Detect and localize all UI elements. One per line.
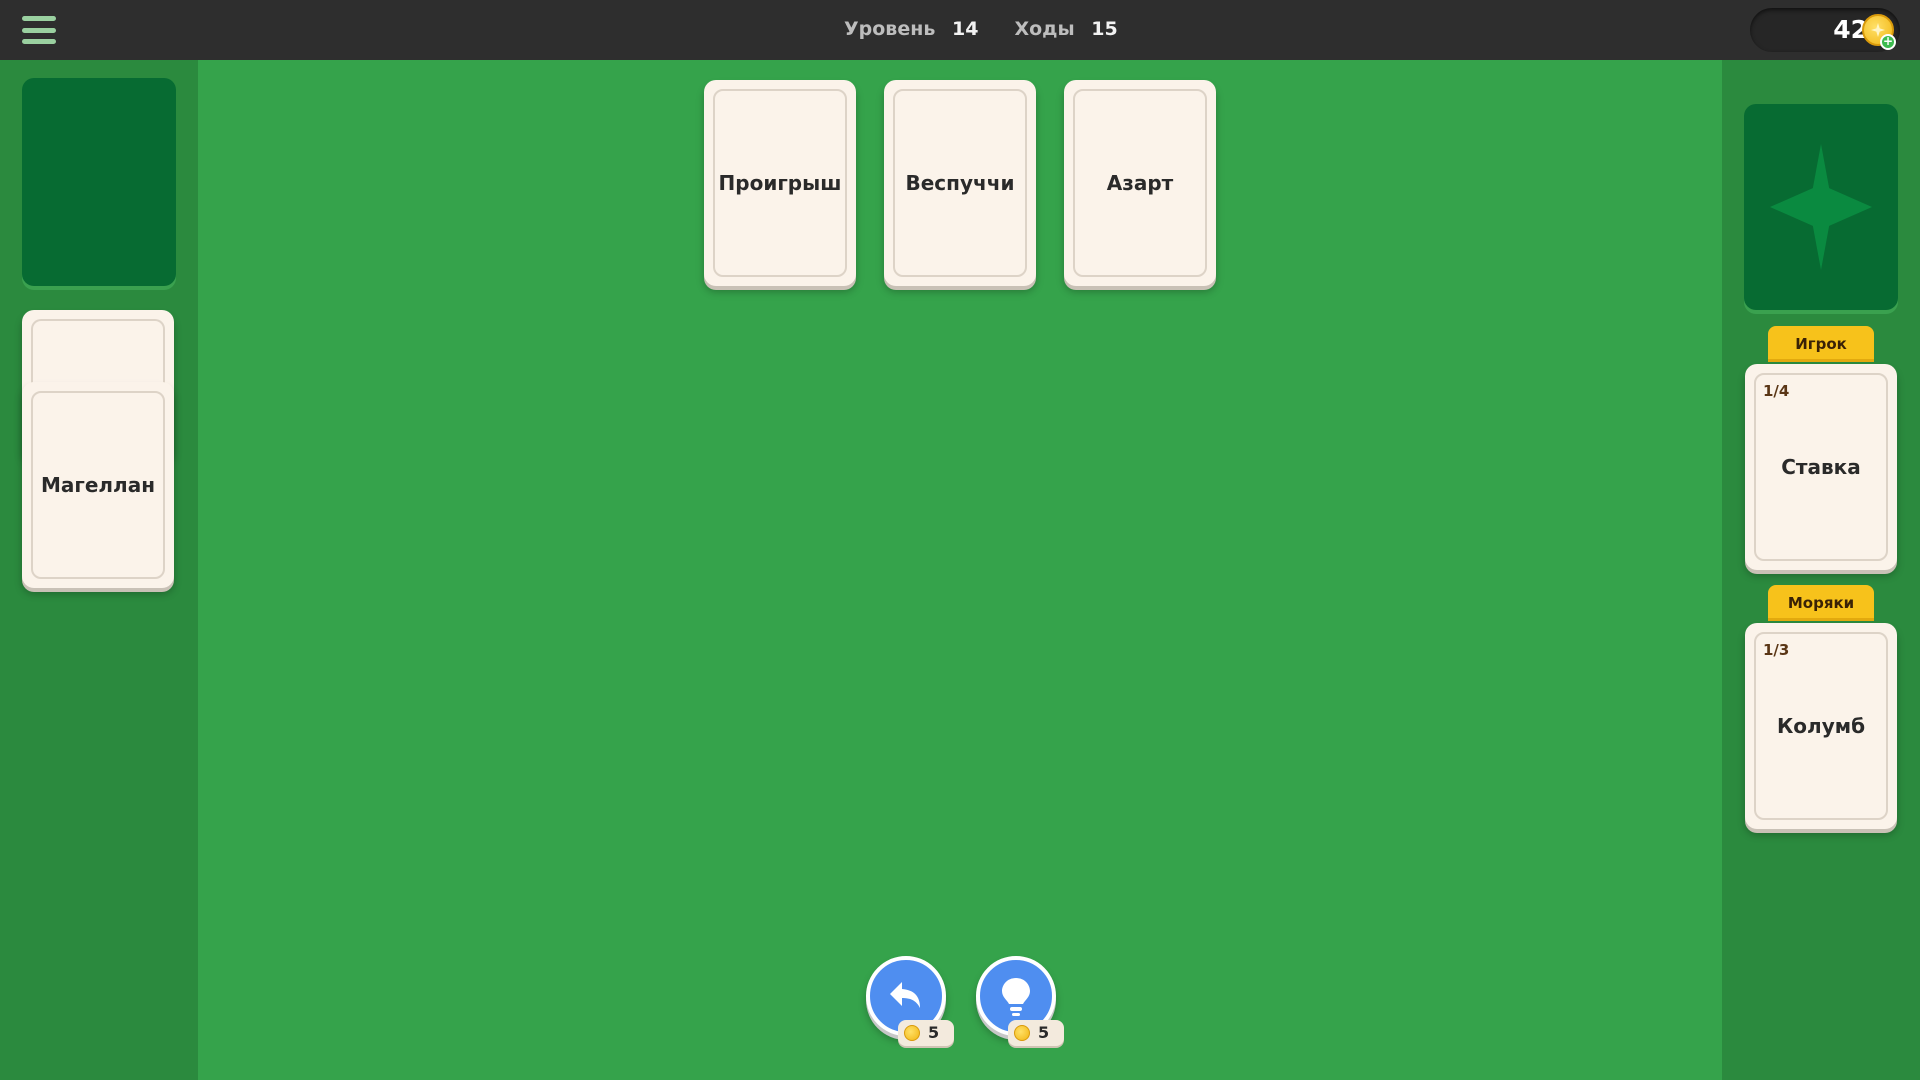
foundation-progress: 1/4 bbox=[1763, 382, 1790, 400]
level-value: 14 bbox=[951, 18, 979, 40]
tableau-card-3[interactable]: Азарт bbox=[1064, 80, 1216, 286]
moves-stat: Ходы 15 bbox=[1014, 18, 1117, 40]
top-bar: Уровень 14 Ходы 15 42 + bbox=[0, 0, 1920, 60]
hamburger-menu-icon[interactable] bbox=[22, 16, 56, 44]
level-stat: Уровень 14 bbox=[844, 18, 978, 40]
lightbulb-icon bbox=[1002, 978, 1030, 1016]
hint-cost: 5 bbox=[1038, 1023, 1050, 1042]
moves-label: Ходы bbox=[1014, 18, 1075, 40]
undo-cost-badge: 5 bbox=[898, 1020, 954, 1046]
game-stats: Уровень 14 Ходы 15 bbox=[844, 18, 1118, 40]
waste-top-card[interactable]: Магеллан bbox=[22, 382, 174, 588]
card-word: Колумб bbox=[1776, 714, 1866, 738]
plus-icon[interactable]: + bbox=[1880, 34, 1896, 50]
draw-deck[interactable] bbox=[22, 78, 176, 286]
coin-balance[interactable]: 42 + bbox=[1750, 8, 1900, 52]
foundation-progress: 1/3 bbox=[1763, 641, 1790, 659]
category-tag-1: Игрок bbox=[1768, 326, 1874, 362]
hint-cost-badge: 5 bbox=[1008, 1020, 1064, 1046]
card-word: Ставка bbox=[1781, 455, 1861, 479]
card-word: Азарт bbox=[1106, 171, 1174, 195]
category-tag-2: Моряки bbox=[1768, 585, 1874, 621]
star-icon bbox=[1770, 144, 1872, 270]
foundation-card-1[interactable]: 1/4 Ставка bbox=[1745, 364, 1897, 570]
tableau-card-2[interactable]: Веспуччи bbox=[884, 80, 1036, 286]
coin-icon bbox=[904, 1025, 920, 1041]
card-word: Веспуччи bbox=[905, 171, 1015, 195]
moves-value: 15 bbox=[1091, 18, 1118, 40]
coin-icon bbox=[1014, 1025, 1030, 1041]
undo-cost: 5 bbox=[928, 1023, 940, 1042]
card-word: Магеллан bbox=[40, 473, 156, 497]
coin-count: 42 bbox=[1833, 15, 1868, 44]
foundation-card-2[interactable]: 1/3 Колумб bbox=[1745, 623, 1897, 829]
tableau-card-1[interactable]: Проигрыш bbox=[704, 80, 856, 286]
undo-arrow-icon bbox=[890, 982, 920, 1008]
foundation-slot-empty[interactable] bbox=[1744, 104, 1898, 310]
level-label: Уровень bbox=[844, 18, 936, 40]
card-word: Проигрыш bbox=[718, 171, 842, 195]
